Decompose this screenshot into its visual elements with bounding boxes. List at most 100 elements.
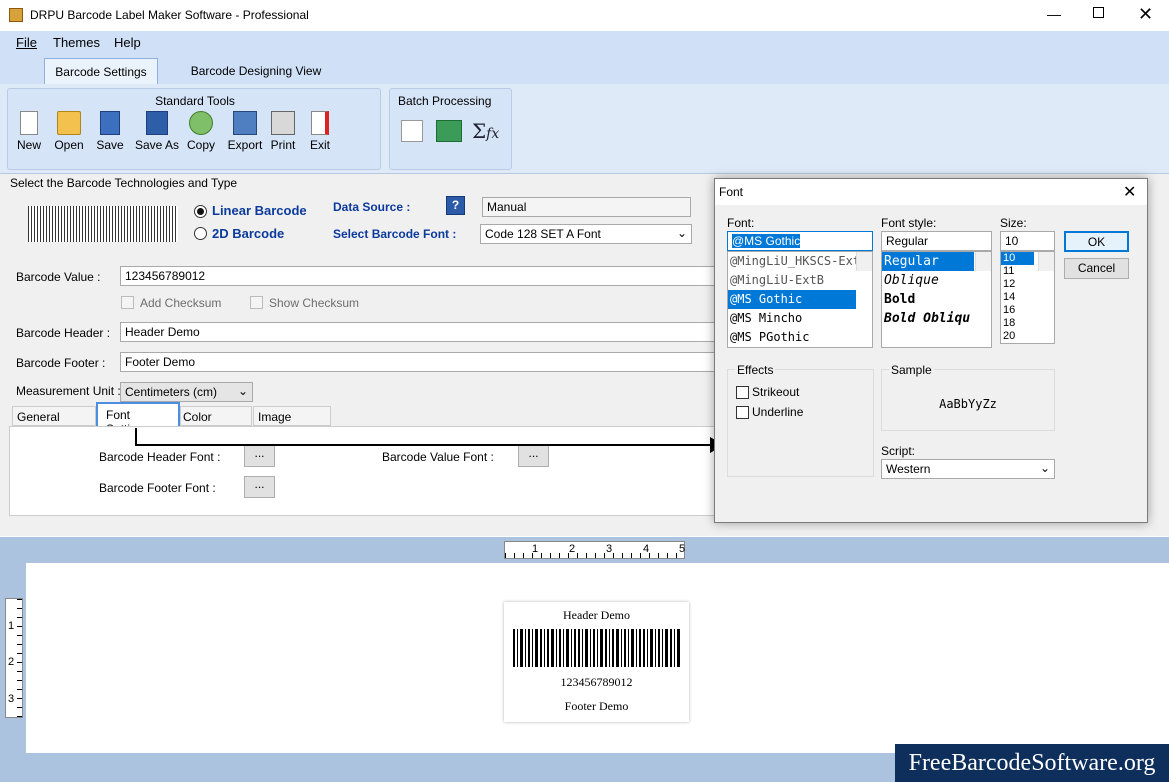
ruler-mark: 4 <box>643 543 650 555</box>
add-checksum-checkbox[interactable] <box>121 296 134 309</box>
list-item[interactable]: Oblique <box>882 271 991 290</box>
size-list-scrollbar[interactable] <box>1038 252 1054 271</box>
list-item[interactable]: @MS Mincho <box>728 309 872 328</box>
header-font-button[interactable]: ... <box>244 445 275 467</box>
font-name-label: Font: <box>727 216 755 230</box>
tab-designing-view[interactable]: Barcode Designing View <box>176 64 336 78</box>
effects-title: Effects <box>735 363 776 377</box>
cancel-button[interactable]: Cancel <box>1064 258 1129 279</box>
batch-excel-icon[interactable] <box>436 120 462 142</box>
print-button[interactable]: Print <box>263 111 303 152</box>
strikeout-checkbox[interactable] <box>736 386 749 399</box>
linear-radio[interactable] <box>194 205 207 218</box>
subtab-general[interactable]: General Settings <box>12 406 96 438</box>
font-dialog-close-icon[interactable]: ✕ <box>1123 182 1136 202</box>
underline-checkbox[interactable] <box>736 406 749 419</box>
barcode-footer-field[interactable]: Footer Demo <box>120 352 716 372</box>
watermark-text: FreeBarcodeSoftware.org <box>908 750 1156 776</box>
list-item[interactable]: @MS Gothic <box>728 290 856 309</box>
menu-file[interactable]: File <box>16 35 37 50</box>
save-label: Save <box>96 138 124 152</box>
tech-section-title: Select the Barcode Technologies and Type <box>10 176 238 190</box>
twod-radio[interactable] <box>194 227 207 240</box>
menu-help[interactable]: Help <box>114 35 141 50</box>
subtab-font[interactable]: Font Settings <box>96 402 180 436</box>
help-icon[interactable]: ? <box>446 196 465 215</box>
batch-edit-icon[interactable] <box>401 120 423 142</box>
data-source-field[interactable]: Manual <box>482 197 691 217</box>
barcode-font-value: Code 128 SET A Font <box>485 227 601 241</box>
barcode-value-label: Barcode Value : <box>16 270 101 284</box>
export-icon <box>233 111 257 135</box>
print-icon <box>271 111 295 135</box>
list-item[interactable]: Bold <box>882 290 991 309</box>
export-button[interactable]: Export <box>223 111 267 152</box>
close-icon[interactable]: ✕ <box>1138 4 1153 25</box>
barcode-header-field[interactable]: Header Demo <box>120 322 716 342</box>
font-size-list[interactable]: 10 11 12 14 16 18 20 <box>1000 251 1055 344</box>
list-item[interactable]: 20 <box>1001 330 1054 343</box>
twod-barcode-label[interactable]: 2D Barcode <box>212 226 284 241</box>
script-value: Western <box>886 462 931 476</box>
font-list-scrollbar[interactable] <box>856 252 872 271</box>
label-value: 123456789012 <box>560 675 633 689</box>
copy-button[interactable]: Copy <box>181 111 221 152</box>
font-name-field[interactable]: @MS Gothic <box>727 231 873 251</box>
minimize-icon[interactable]: — <box>1047 6 1061 22</box>
save-as-button[interactable]: Save As <box>133 111 181 152</box>
list-item[interactable]: @MS PGothic <box>728 328 872 347</box>
open-icon <box>57 111 81 135</box>
barcode-label[interactable]: Header Demo 123456789012 Footer Demo <box>504 602 689 722</box>
measurement-unit-select[interactable]: Centimeters (cm) ⌄ <box>120 382 253 402</box>
exit-label: Exit <box>309 138 330 152</box>
save-button[interactable]: Save <box>90 111 130 152</box>
linear-barcode-label[interactable]: Linear Barcode <box>212 203 307 218</box>
font-name-list[interactable]: @MingLiU_HKSCS-Ext @MingLiU-ExtB @MS Got… <box>727 251 873 348</box>
main-tabs: Barcode Settings Barcode Designing View <box>0 55 1169 87</box>
list-item[interactable]: Bold Obliqu <box>882 309 991 328</box>
style-list-scrollbar[interactable] <box>975 252 991 271</box>
menu-bar: File Themes Help <box>0 31 1169 55</box>
value-font-button[interactable]: ... <box>518 445 549 467</box>
tab-barcode-settings[interactable]: Barcode Settings <box>44 58 158 84</box>
list-item[interactable]: 12 <box>1001 278 1054 291</box>
maximize-icon[interactable] <box>1093 7 1104 18</box>
font-style-field[interactable]: Regular <box>881 231 992 251</box>
list-item[interactable]: @MingLiU-ExtB <box>728 271 872 290</box>
font-dialog-titlebar: Font ✕ <box>715 179 1147 205</box>
font-size-field[interactable]: 10 <box>1000 231 1055 251</box>
font-size-label: Size: <box>1000 216 1027 230</box>
copy-icon <box>189 111 213 135</box>
subtab-image[interactable]: Image Settings <box>253 406 331 438</box>
footer-font-button[interactable]: ... <box>244 476 275 498</box>
tab-designing-view-label: Barcode Designing View <box>190 64 322 78</box>
batch-processing-group: Batch Processing Σfx <box>389 88 512 170</box>
menu-themes[interactable]: Themes <box>53 35 100 50</box>
ruler-mark: 2 <box>569 543 576 555</box>
new-button[interactable]: New <box>9 111 49 152</box>
open-button[interactable]: Open <box>49 111 89 152</box>
barcode-value-field[interactable]: 123456789012 <box>120 266 716 286</box>
list-item[interactable]: @MingLiU_HKSCS-Ext <box>728 252 872 271</box>
ruler-top: 1 2 3 4 5 <box>504 541 685 559</box>
font-style-list[interactable]: Regular Oblique Bold Bold Obliqu <box>881 251 992 348</box>
script-label: Script: <box>881 444 916 458</box>
show-checksum-checkbox[interactable] <box>250 296 263 309</box>
ok-button[interactable]: OK <box>1064 231 1129 252</box>
sample-title: Sample <box>889 363 934 377</box>
list-item[interactable]: 14 <box>1001 291 1054 304</box>
exit-button[interactable]: Exit <box>300 111 340 152</box>
barcode-font-select[interactable]: Code 128 SET A Font ⌄ <box>480 224 692 244</box>
list-item[interactable]: 16 <box>1001 304 1054 317</box>
measurement-unit-label: Measurement Unit : <box>16 384 121 398</box>
script-select[interactable]: Western ⌄ <box>881 459 1055 479</box>
save-icon <box>100 111 120 135</box>
label-header: Header Demo <box>563 608 630 622</box>
window-title: DRPU Barcode Label Maker Software - Prof… <box>30 8 309 22</box>
list-item[interactable]: 18 <box>1001 317 1054 330</box>
list-item[interactable]: 10 <box>1001 252 1034 265</box>
batch-formula-icon[interactable]: Σfx <box>472 119 499 143</box>
subtab-color[interactable]: Color Settings <box>180 406 252 438</box>
font-style-label: Font style: <box>881 216 937 230</box>
list-item[interactable]: Regular <box>882 252 974 271</box>
